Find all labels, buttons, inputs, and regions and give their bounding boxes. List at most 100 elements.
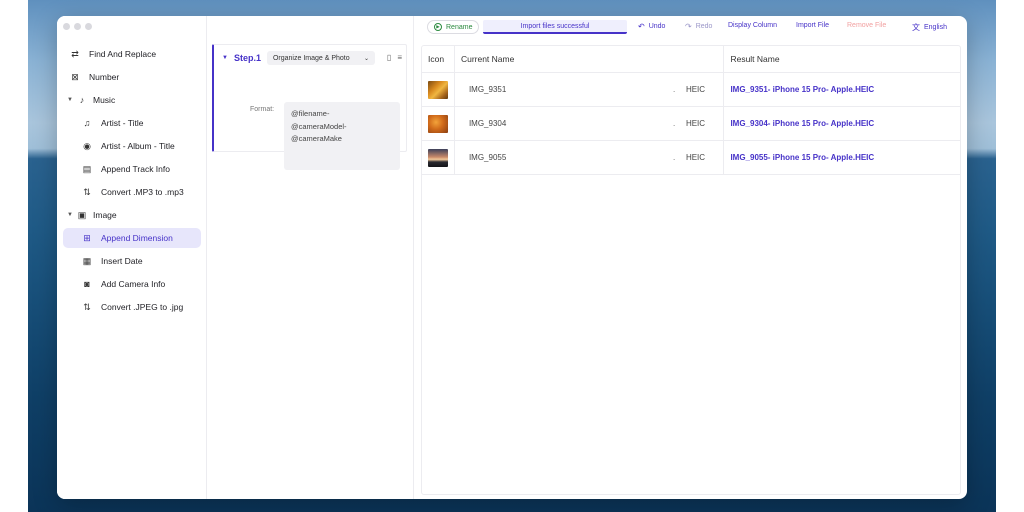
add-step-icon[interactable]: ≡: [397, 53, 402, 62]
icon-cell: [422, 141, 455, 174]
rename-button[interactable]: ▶ Rename: [427, 20, 480, 34]
window-controls: [63, 23, 92, 30]
sidebar-item-append-dimension[interactable]: ⊞ Append Dimension: [63, 228, 201, 248]
disc-icon: ◉: [83, 140, 91, 151]
sidebar-item-convert-jpeg[interactable]: ⇅ Convert .JPEG to .jpg: [63, 297, 201, 317]
status-message: Import files successful: [483, 20, 627, 34]
remove-file-button[interactable]: Remove File: [847, 22, 886, 29]
calendar-icon: ▦: [82, 255, 92, 266]
sidebar-item-label: Artist - Album - Title: [101, 141, 175, 151]
sidebar-item-number[interactable]: ⊠ Number: [63, 67, 201, 87]
format-textarea[interactable]: @filename- @cameraModel- @cameraMake: [284, 102, 400, 170]
extension-separator: .: [672, 119, 676, 128]
sidebar: ⇄ Find And Replace ⊠ Number ▼ ♪ Music ♫ …: [57, 16, 207, 499]
column-header-icon[interactable]: Icon: [422, 46, 455, 72]
sidebar-item-label: Convert .JPEG to .jpg: [101, 302, 184, 312]
sidebar-item-convert-mp3[interactable]: ⇅ Convert .MP3 to .mp3: [63, 182, 201, 202]
display-column-button[interactable]: Display Column: [728, 22, 777, 29]
sidebar-item-label: Append Track Info: [101, 164, 170, 174]
language-label: English: [924, 24, 947, 31]
close-window-button[interactable]: [63, 23, 70, 30]
column-header-result-name[interactable]: Result Name: [724, 46, 960, 72]
convert-icon: ⇅: [83, 186, 91, 197]
sidebar-item-find-and-replace[interactable]: ⇄ Find And Replace: [63, 44, 201, 64]
autumn-tree-thumbnail: [427, 80, 448, 99]
table-row[interactable]: IMG_9351 . HEIC IMG_9351- iPhone 15 Pro-…: [422, 73, 960, 107]
person-music-icon: ♫: [83, 118, 91, 128]
sidebar-item-artist-album-title[interactable]: ◉ Artist - Album - Title: [63, 136, 201, 156]
sidebar-item-add-camera-info[interactable]: ◙ Add Camera Info: [63, 274, 201, 294]
sidebar-item-label: Add Camera Info: [101, 279, 166, 289]
autumn-leaves-thumbnail: [427, 114, 448, 133]
zoom-window-button[interactable]: [85, 23, 92, 30]
step-header: ▼ Step.1 Organize Image & Photo ⌄: [222, 51, 375, 65]
sunset-silhouette-thumbnail: [427, 148, 448, 167]
chevron-down-icon[interactable]: ▼: [222, 55, 228, 61]
table-header: Icon Current Name Result Name: [422, 46, 960, 73]
icon-cell: [422, 73, 455, 106]
preset-select-value: Organize Image & Photo: [272, 54, 350, 62]
sidebar-item-label: Insert Date: [101, 256, 143, 266]
image-icon: ▣: [77, 209, 87, 220]
format-label: Format:: [250, 106, 275, 113]
number-icon: ⊠: [71, 71, 79, 82]
sidebar-item-label: Append Dimension: [101, 233, 173, 243]
preset-select[interactable]: Organize Image & Photo ⌄: [266, 51, 375, 65]
sidebar-item-insert-date[interactable]: ▦ Insert Date: [63, 251, 201, 271]
redo-button[interactable]: ↷ Redo: [685, 22, 712, 31]
toolbar: ▶ Rename Import files successful ↶ Undo …: [414, 16, 967, 38]
file-name: IMG_9055: [468, 153, 507, 162]
table-row[interactable]: IMG_9055 . HEIC IMG_9055- iPhone 15 Pro-…: [422, 141, 960, 175]
step-title: Step.1: [233, 53, 261, 63]
extension-separator: .: [672, 153, 676, 162]
current-name-cell: IMG_9304 . HEIC: [455, 107, 725, 140]
language-button[interactable]: 文 English: [912, 22, 947, 33]
redo-icon: ↷: [685, 22, 692, 31]
sidebar-item-label: Music: [93, 95, 116, 105]
sidebar-item-label: Convert .MP3 to .mp3: [101, 187, 184, 197]
import-file-button[interactable]: Import File: [796, 22, 829, 29]
undo-label: Undo: [648, 23, 666, 30]
chevron-down-icon[interactable]: ▼: [67, 97, 77, 103]
result-name-cell: IMG_9351- iPhone 15 Pro- Apple.HEIC: [730, 85, 875, 94]
file-extension: HEIC: [685, 85, 706, 94]
table-row[interactable]: IMG_9304 . HEIC IMG_9304- iPhone 15 Pro-…: [422, 107, 960, 141]
file-name: IMG_9304: [468, 119, 507, 128]
chevron-down-icon: ⌄: [363, 55, 369, 62]
undo-icon: ↶: [638, 22, 645, 31]
sidebar-item-label: Number: [89, 72, 120, 82]
file-extension: HEIC: [685, 153, 706, 162]
step-actions: ▯ ≡: [387, 53, 402, 62]
chevron-down-icon[interactable]: ▼: [67, 212, 77, 218]
result-name-cell: IMG_9304- iPhone 15 Pro- Apple.HEIC: [730, 119, 875, 128]
rename-button-label: Rename: [446, 23, 473, 31]
result-name-cell: IMG_9055- iPhone 15 Pro- Apple.HEIC: [730, 153, 875, 162]
file-extension: HEIC: [685, 119, 706, 128]
minimize-window-button[interactable]: [74, 23, 81, 30]
extension-separator: .: [672, 85, 676, 94]
sidebar-item-artist-title[interactable]: ♫ Artist - Title: [63, 113, 201, 133]
current-name-cell: IMG_9351 . HEIC: [455, 73, 725, 106]
file-table: Icon Current Name Result Name IMG_9351 .…: [421, 45, 961, 495]
camera-icon: ◙: [84, 279, 90, 289]
sidebar-item-label: Artist - Title: [101, 118, 144, 128]
sidebar-item-append-track-info[interactable]: ▤ Append Track Info: [63, 159, 201, 179]
convert-icon: ⇅: [83, 301, 91, 312]
translate-icon: 文: [912, 23, 920, 32]
current-name-cell: IMG_9055 . HEIC: [455, 141, 725, 174]
delete-step-icon[interactable]: ▯: [387, 53, 391, 62]
play-icon: ▶: [434, 23, 442, 31]
sidebar-item-label: Image: [93, 210, 117, 220]
track-info-icon: ▤: [82, 163, 92, 174]
step-card: ▼ Step.1 Organize Image & Photo ⌄ ▯ ≡ Fo…: [212, 44, 407, 170]
column-header-current-name[interactable]: Current Name: [455, 46, 725, 72]
icon-cell: [422, 107, 455, 140]
file-name: IMG_9351: [468, 85, 507, 94]
sidebar-item-image[interactable]: ▼ ▣ Image: [63, 205, 201, 225]
redo-label: Redo: [695, 23, 713, 30]
find-replace-icon: ⇄: [71, 48, 79, 59]
dimension-icon: ⊞: [83, 232, 91, 243]
sidebar-item-music[interactable]: ▼ ♪ Music: [63, 90, 201, 110]
undo-button[interactable]: ↶ Undo: [638, 22, 665, 31]
sidebar-item-label: Find And Replace: [89, 49, 157, 59]
